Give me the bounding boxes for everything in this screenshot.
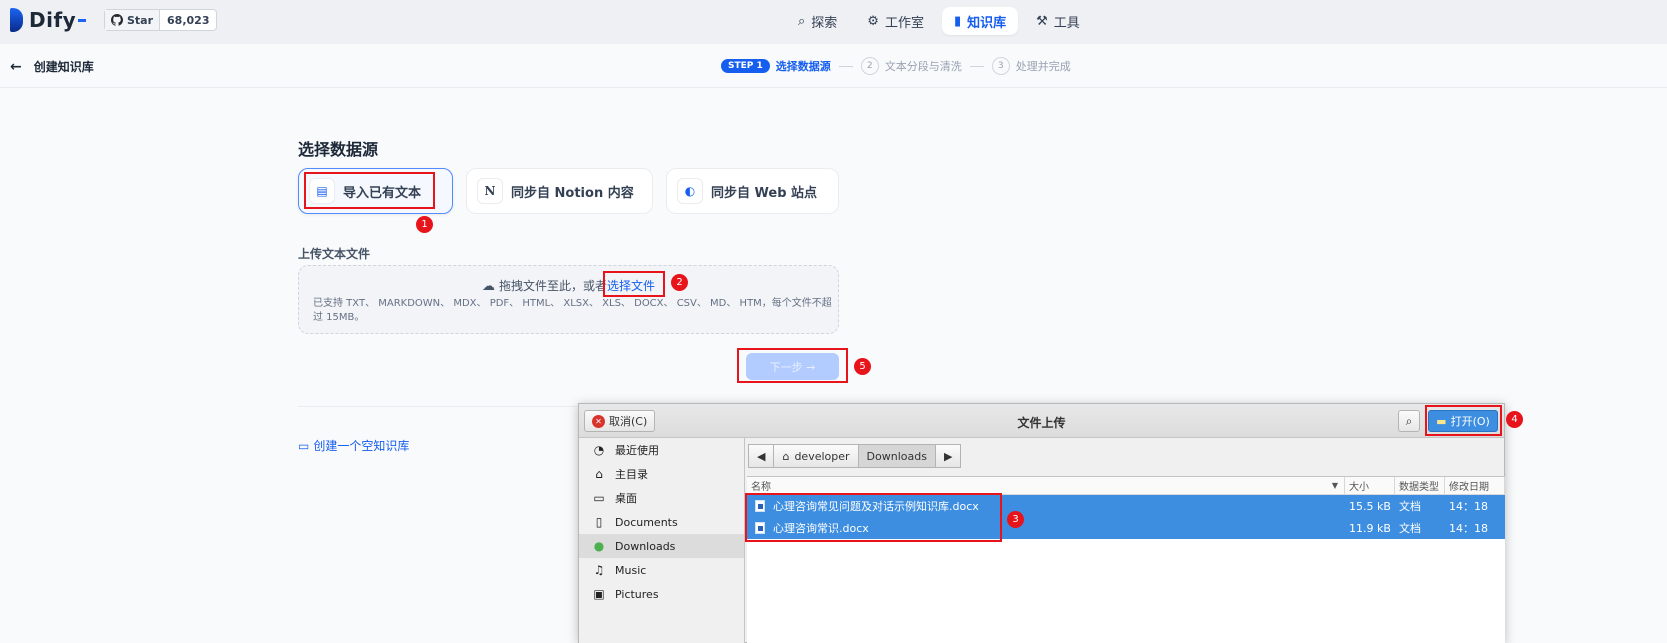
- place-home[interactable]: ⌂ 主目录: [579, 462, 744, 486]
- place-downloads[interactable]: ● Downloads: [579, 534, 744, 558]
- step-3-label: 处理并完成: [1015, 60, 1071, 73]
- dialog-header: ✕ 取消(C) 文件上传 ⌕ ▬ 打开(O): [579, 404, 1504, 438]
- place-recent[interactable]: ◔ 最近使用: [579, 438, 744, 462]
- home-icon: ⌂: [782, 449, 790, 463]
- nav-tools[interactable]: ⚒ 工具: [1024, 7, 1092, 35]
- annotation-badge-5: 5: [854, 358, 871, 375]
- annotation-box-1: [304, 172, 435, 209]
- dify-logo[interactable]: Dify: [10, 8, 87, 32]
- divider: [298, 406, 588, 407]
- hammer-icon: ⚒: [1036, 13, 1048, 29]
- path-back-button[interactable]: ◀: [748, 444, 775, 468]
- chevron-left-icon: ◀: [757, 449, 766, 463]
- logo-mark-icon: [10, 8, 23, 32]
- step-2-label: 文本分段与清洗: [884, 60, 962, 73]
- step-3-number: 3: [991, 57, 1010, 75]
- github-star-button[interactable]: Star 68,023: [104, 9, 218, 31]
- home-icon: ⌂: [595, 467, 603, 481]
- folder-icon: ▭: [298, 438, 310, 453]
- create-empty-kb-link[interactable]: ▭ 创建一个空知识库: [298, 437, 409, 454]
- page-title: 创建知识库: [33, 60, 94, 74]
- nav-studio[interactable]: ⚙ 工作室: [855, 7, 936, 35]
- path-forward-button[interactable]: ▶: [934, 444, 962, 468]
- file-upload-dialog: ✕ 取消(C) 文件上传 ⌕ ▬ 打开(O) ◔ 最近使用 ⌂ 主目录 ▭ 桌面 ▯ D…: [578, 403, 1505, 643]
- source-notion[interactable]: N 同步自 Notion 内容: [466, 168, 653, 214]
- step-2-number: 2: [860, 57, 879, 75]
- step-1-label: 选择数据源: [775, 60, 831, 73]
- sort-down-icon: ▼: [1331, 481, 1338, 490]
- annotation-box-4: [1425, 405, 1502, 436]
- annotation-badge-4: 4: [1506, 411, 1523, 428]
- nav-knowledge[interactable]: ▮ 知识库: [941, 7, 1019, 35]
- supported-formats-hint: 已支持 TXT、 MARKDOWN、 MDX、 PDF、 HTML、 XLSX、…: [313, 298, 832, 323]
- column-type[interactable]: 数据类型: [1395, 477, 1445, 494]
- path-developer[interactable]: ⌂ developer: [773, 444, 859, 468]
- file-dropzone[interactable]: ☁ 拖拽文件至此，或者选择文件 已支持 TXT、 MARKDOWN、 MDX、 P…: [298, 265, 839, 334]
- annotation-badge-1: 1: [416, 216, 433, 233]
- cloud-upload-icon: ☁: [481, 279, 495, 294]
- step-1-badge: STEP 1: [721, 59, 770, 73]
- compass-icon: ⌕: [798, 13, 806, 29]
- picture-icon: ▣: [593, 587, 605, 601]
- robot-icon: ⚙: [867, 13, 879, 29]
- document-icon: ▯: [595, 515, 603, 529]
- top-navbar: Dify Star 68,023 ⌕ 探索 ⚙ 工作室 ▮ 知识库 ⚒ 工具: [0, 0, 1667, 44]
- github-icon: [111, 14, 123, 26]
- column-name[interactable]: 名称 ▼: [747, 477, 1345, 494]
- main-nav: ⌕ 探索 ⚙ 工作室 ▮ 知识库 ⚒ 工具: [786, 7, 1092, 35]
- desktop-icon: ▭: [593, 491, 605, 505]
- chevron-right-icon: ▶: [943, 449, 953, 463]
- search-icon[interactable]: ⌕: [1398, 410, 1420, 432]
- back-button[interactable]: ← 创建知识库: [10, 58, 94, 75]
- places-sidebar: ◔ 最近使用 ⌂ 主目录 ▭ 桌面 ▯ Documents ● Downloads ♫ Mu…: [579, 438, 745, 643]
- stepper: STEP 1 选择数据源 2 文本分段与清洗 3 处理并完成: [721, 57, 1071, 75]
- path-bar: ◀ ⌂ developer Downloads ▶: [748, 444, 962, 468]
- column-date[interactable]: 修改日期: [1445, 477, 1505, 494]
- book-icon: ▮: [953, 13, 962, 29]
- annotation-box-3: [745, 493, 1002, 542]
- upload-title: 上传文本文件: [298, 247, 371, 261]
- download-icon: ●: [593, 539, 605, 553]
- annotation-badge-3: 3: [1007, 511, 1024, 528]
- place-documents[interactable]: ▯ Documents: [579, 510, 744, 534]
- arrow-left-icon: ←: [10, 58, 22, 75]
- section-title: 选择数据源: [298, 140, 379, 159]
- source-web[interactable]: ◐ 同步自 Web 站点: [666, 168, 839, 214]
- clock-icon: ◔: [593, 443, 605, 457]
- place-music[interactable]: ♫ Music: [579, 558, 744, 582]
- logo-text: Dify: [29, 8, 77, 32]
- annotation-box-5: [737, 348, 848, 383]
- path-downloads[interactable]: Downloads: [857, 444, 936, 468]
- github-star-count: 68,023: [167, 13, 210, 27]
- nav-explore[interactable]: ⌕ 探索: [786, 7, 849, 35]
- place-desktop[interactable]: ▭ 桌面: [579, 486, 744, 510]
- music-icon: ♫: [593, 563, 605, 577]
- annotation-badge-2: 2: [671, 274, 688, 291]
- globe-icon: ◐: [677, 178, 703, 204]
- create-kb-header: ← 创建知识库 STEP 1 选择数据源 2 文本分段与清洗 3 处理并完成: [0, 44, 1667, 88]
- column-size[interactable]: 大小: [1345, 477, 1395, 494]
- place-pictures[interactable]: ▣ Pictures: [579, 582, 744, 606]
- annotation-box-2: [603, 271, 665, 297]
- notion-icon: N: [477, 178, 503, 204]
- dialog-title: 文件上传: [1017, 416, 1066, 430]
